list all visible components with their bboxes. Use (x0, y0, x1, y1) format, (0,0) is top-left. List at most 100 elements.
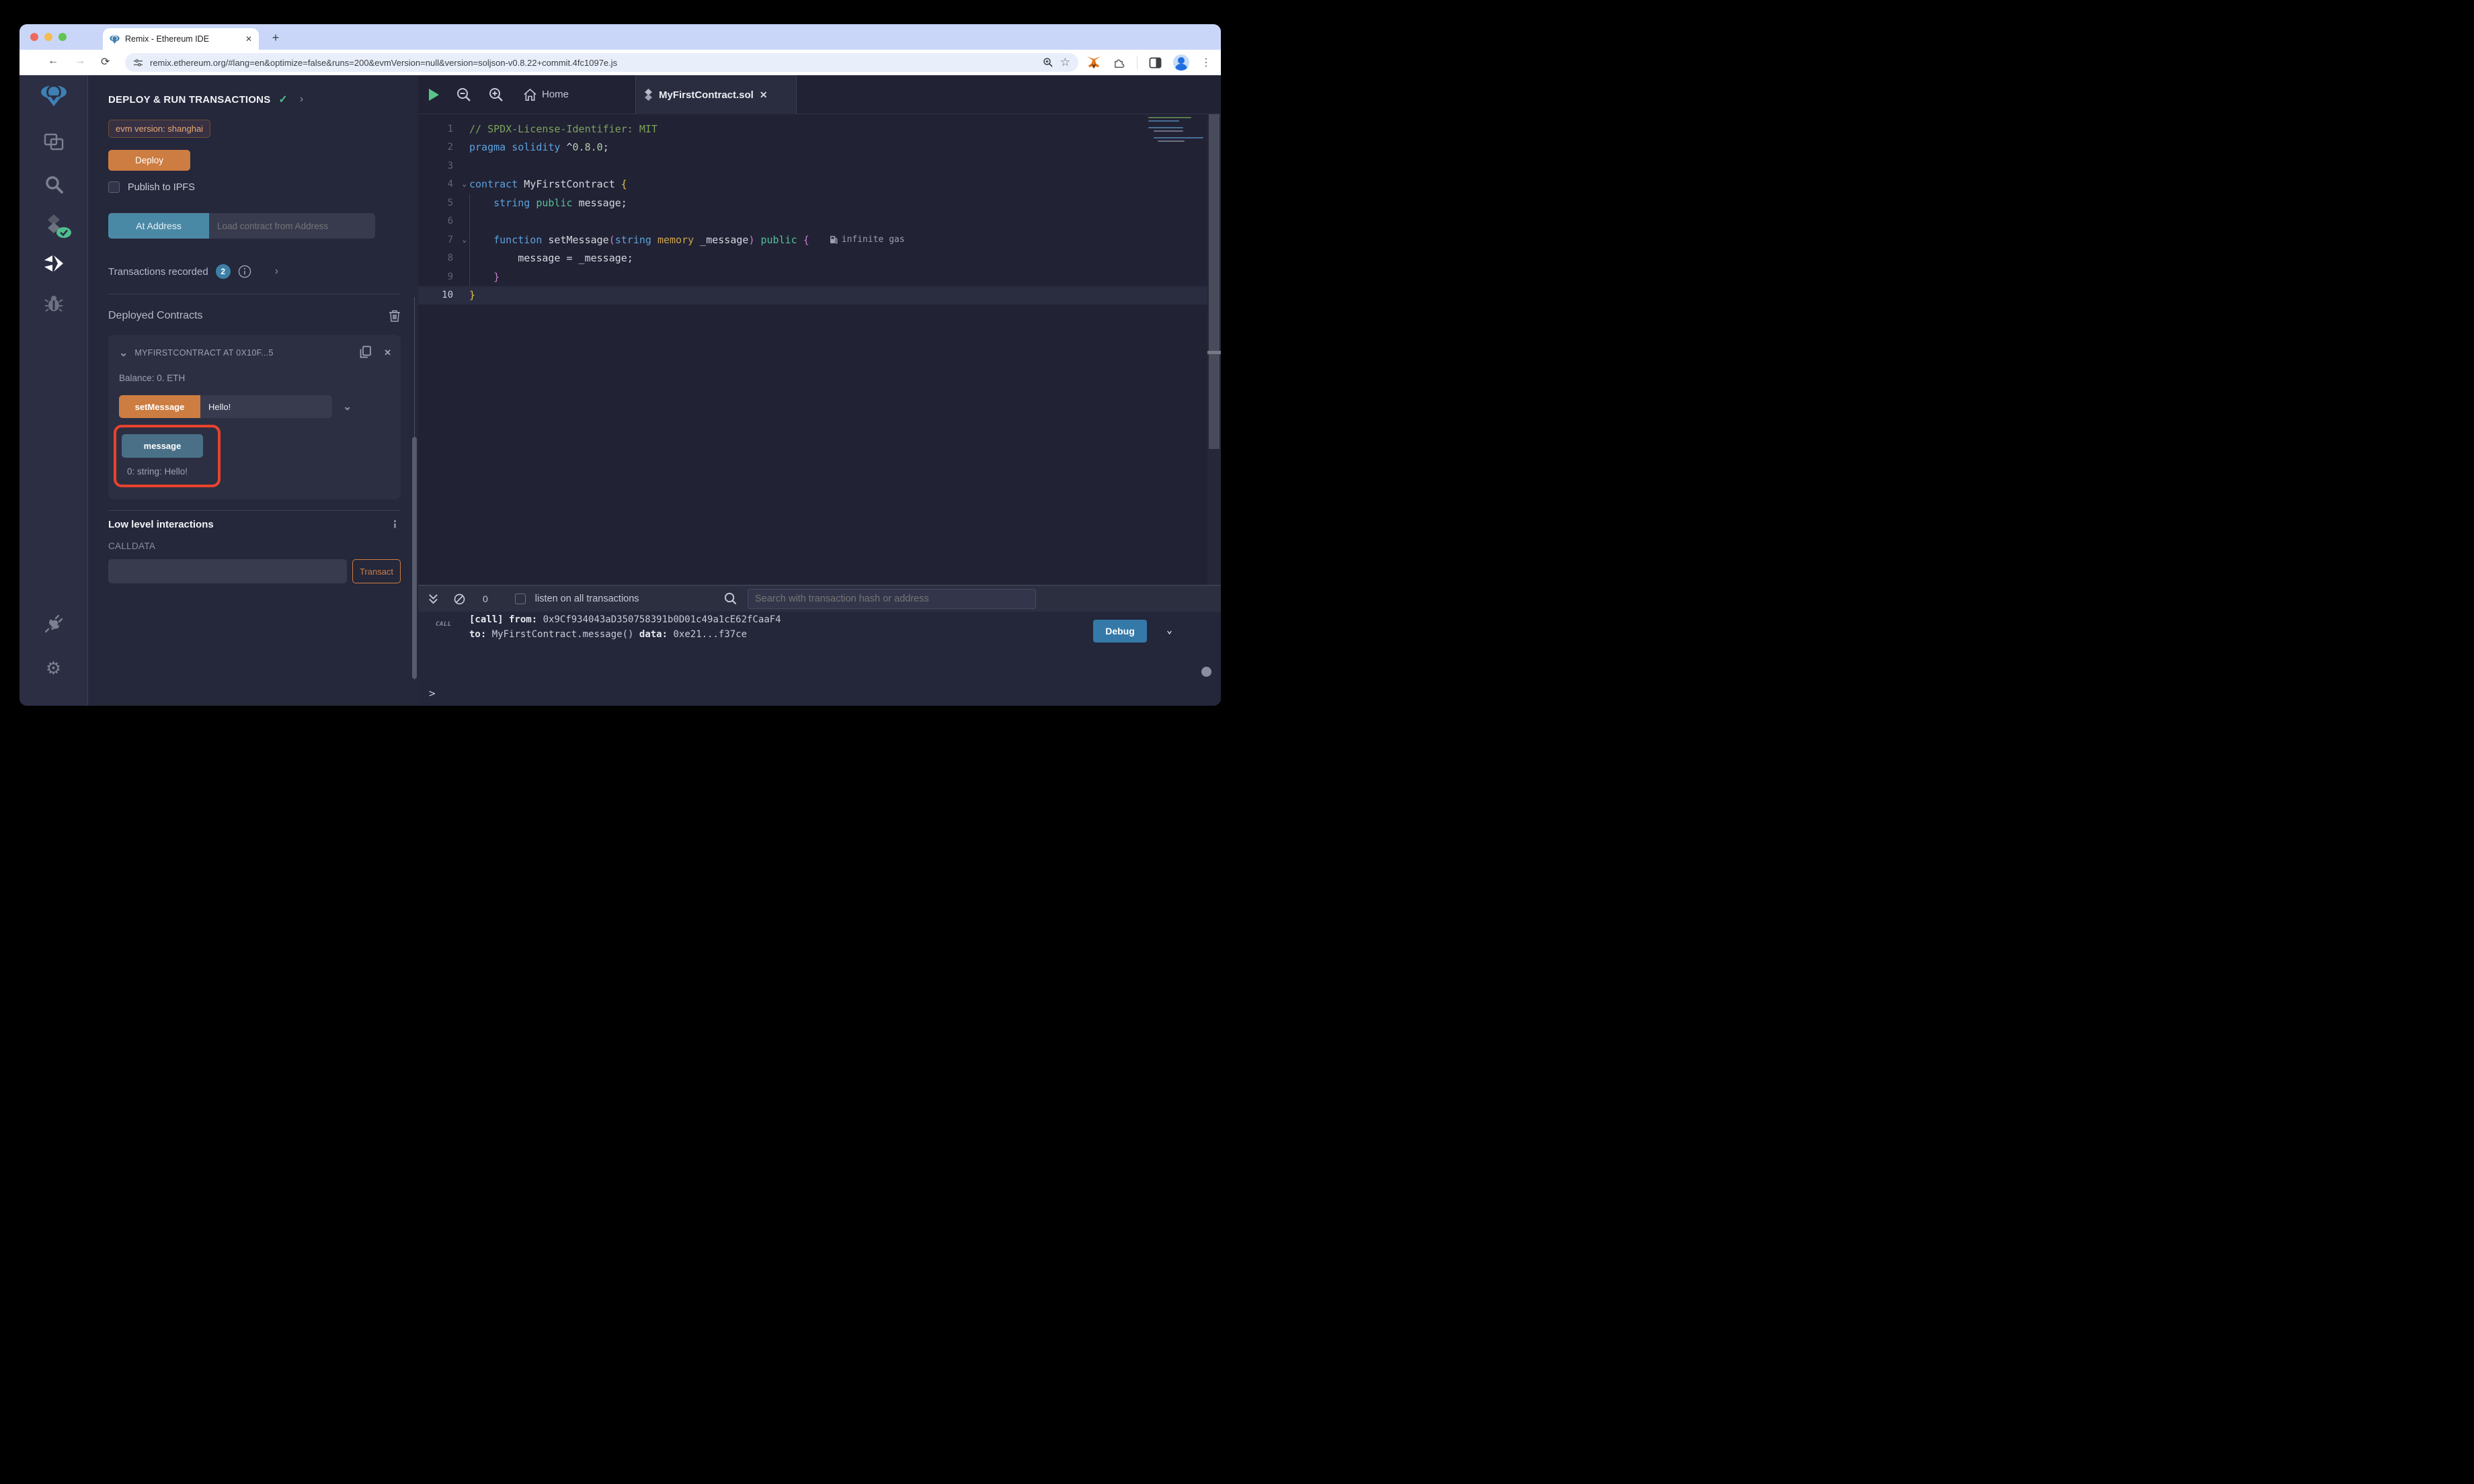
debugger-icon[interactable] (40, 290, 67, 317)
indent-guide (469, 249, 470, 268)
file-tab-label: MyFirstContract.sol (659, 89, 754, 101)
indent-guide (469, 231, 470, 249)
deploy-run-icon[interactable] (40, 250, 67, 277)
at-address-input[interactable] (209, 213, 375, 239)
line-number: 1 (418, 124, 457, 134)
terminal-log: CALL [call] from: 0x9Cf934043aD350758391… (418, 612, 1221, 706)
line-number: 2 (418, 142, 457, 153)
profile-avatar[interactable] (1173, 54, 1189, 71)
editor-scrollbar-track[interactable] (1207, 114, 1221, 585)
transact-button[interactable]: Transact (352, 559, 401, 583)
remove-contract-icon[interactable]: ✕ (384, 347, 391, 358)
message-getter-button[interactable]: message (122, 434, 203, 458)
clear-console-icon[interactable] (454, 593, 465, 605)
terminal-search-input[interactable] (748, 589, 1036, 609)
reload-icon[interactable]: ⟳ (101, 55, 110, 69)
zoom-page-icon[interactable] (1043, 57, 1053, 68)
close-window-button[interactable] (30, 33, 38, 41)
deploy-button[interactable]: Deploy (108, 150, 190, 171)
copy-address-icon[interactable] (359, 345, 372, 360)
panel-scrollbar-thumb[interactable] (412, 437, 417, 679)
code-line[interactable]: 6 (418, 212, 1221, 231)
site-settings-icon[interactable] (133, 58, 143, 68)
log-data-label: data: (639, 629, 668, 640)
terminal-prompt[interactable]: > (429, 687, 436, 700)
remix-favicon (110, 34, 120, 44)
code-text: } (457, 271, 500, 283)
code-text: function setMessage(string memory _messa… (457, 234, 809, 246)
log-expand-icon[interactable]: ⌄ (1166, 624, 1172, 636)
transactions-expand-icon[interactable]: › (275, 265, 278, 278)
line-number: 5 (418, 198, 457, 208)
set-message-expand-icon[interactable]: ⌄ (343, 400, 352, 413)
scroll-to-bottom-button[interactable] (1201, 667, 1211, 677)
contract-collapse-icon[interactable]: ⌄ (119, 346, 128, 360)
search-icon[interactable] (40, 171, 67, 198)
browser-tab[interactable]: Remix - Ethereum IDE ✕ (103, 28, 259, 50)
editor-scrollbar-thumb[interactable] (1209, 114, 1220, 449)
code-line[interactable]: 7⌄ function setMessage(string memory _me… (418, 231, 1221, 249)
metamask-icon[interactable] (1086, 56, 1101, 69)
info-icon[interactable] (389, 519, 401, 530)
tab-home[interactable]: Home (524, 89, 569, 101)
browser-menu-icon[interactable]: ⋮ (1201, 56, 1211, 69)
deploy-run-panel: DEPLOY & RUN TRANSACTIONS ✓ › evm versio… (88, 75, 418, 706)
zoom-window-button[interactable] (58, 33, 67, 41)
code-line[interactable]: 3 (418, 157, 1221, 175)
code-line[interactable]: 2pragma solidity ^0.8.0; (418, 138, 1221, 157)
bookmark-star-icon[interactable]: ☆ (1060, 56, 1070, 69)
run-script-icon[interactable] (429, 89, 439, 101)
terminal: 0 listen on all transactions CALL [call]… (418, 585, 1221, 706)
debug-button[interactable]: Debug (1093, 620, 1147, 643)
zoom-out-icon[interactable] (456, 87, 471, 102)
minimap[interactable] (1148, 117, 1201, 161)
log-to-label: to: (469, 629, 486, 640)
address-bar[interactable]: remix.ethereum.org/#lang=en&optimize=fal… (125, 53, 1078, 72)
code-line[interactable]: 4⌄contract MyFirstContract { (418, 175, 1221, 194)
file-explorer-icon[interactable] (40, 129, 67, 156)
remix-logo[interactable] (40, 82, 67, 109)
minimize-window-button[interactable] (44, 33, 52, 41)
listen-transactions-checkbox[interactable] (515, 593, 526, 604)
code-line[interactable]: 5 string public message; (418, 194, 1221, 212)
log-to-value: MyFirstContract.message() (492, 629, 634, 640)
terminal-log-line[interactable]: to: MyFirstContract.message() data: 0xe2… (469, 629, 747, 640)
back-icon[interactable]: ← (48, 55, 58, 67)
extensions-icon[interactable] (1113, 56, 1125, 69)
calldata-input[interactable] (108, 559, 347, 583)
publish-ipfs-checkbox[interactable] (108, 181, 120, 193)
publish-ipfs-label: Publish to IPFS (128, 182, 195, 193)
deployed-contract-card: ⌄ MYFIRSTCONTRACT AT 0X10F...5 ✕ Balance… (108, 335, 401, 499)
zoom-in-icon[interactable] (489, 87, 504, 102)
code-text: } (457, 289, 475, 301)
tab-close-icon[interactable]: ✕ (245, 34, 252, 44)
file-tab-close-icon[interactable]: ✕ (760, 89, 768, 101)
set-message-input[interactable] (200, 395, 332, 418)
panel-check-icon: ✓ (278, 93, 287, 106)
code-line[interactable]: 1// SPDX-License-Identifier: MIT (418, 120, 1221, 138)
panel-expand-icon[interactable]: › (300, 93, 303, 106)
pending-tx-count: 0 (483, 593, 488, 604)
settings-gear-icon[interactable]: ⚙ (40, 655, 67, 682)
forward-icon[interactable]: → (75, 55, 85, 67)
url-text[interactable]: remix.ethereum.org/#lang=en&optimize=fal… (150, 58, 1036, 68)
code-text: contract MyFirstContract { (457, 178, 627, 190)
plugin-manager-icon[interactable] (40, 610, 67, 637)
set-message-button[interactable]: setMessage (119, 395, 200, 418)
indent-guide (469, 194, 470, 212)
new-tab-button[interactable]: + (267, 30, 284, 47)
info-icon[interactable] (238, 265, 251, 278)
collapse-terminal-icon[interactable] (428, 593, 439, 605)
traffic-lights (30, 33, 67, 41)
side-panel-icon[interactable] (1149, 56, 1162, 69)
at-address-button[interactable]: At Address (108, 213, 209, 239)
tab-file-active[interactable]: MyFirstContract.sol ✕ (635, 75, 797, 114)
code-line[interactable]: 8 message = _message; (418, 249, 1221, 268)
code-line[interactable]: 10} (418, 286, 1221, 305)
terminal-log-line[interactable]: [call] from: 0x9Cf934043aD350758391b0D01… (469, 614, 781, 625)
solidity-compiler-icon[interactable] (40, 211, 67, 238)
code-line[interactable]: 9 } (418, 267, 1221, 286)
trash-icon[interactable] (389, 309, 401, 323)
code-editor[interactable]: 1// SPDX-License-Identifier: MIT2pragma … (418, 114, 1221, 585)
line-number: 9 (418, 272, 457, 282)
